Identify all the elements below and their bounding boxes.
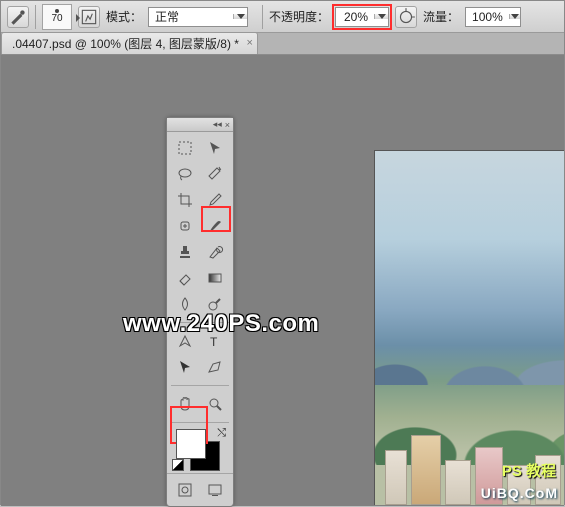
foreground-color[interactable] (176, 429, 206, 459)
options-bar: 70 模式： 正常 不透明度： 20% 流量： 100% (1, 1, 564, 33)
separator (262, 5, 263, 29)
opacity-label: 不透明度： (269, 8, 329, 25)
lasso-tool[interactable] (171, 162, 199, 186)
document-tab-title: .04407.psd @ 100% (图层 4, 图层蒙版/8) * (12, 35, 239, 52)
flow-input[interactable]: 100% (465, 7, 521, 27)
chevron-down-icon[interactable] (374, 14, 388, 19)
default-colors-icon[interactable] (172, 459, 184, 471)
chevron-down-icon[interactable] (509, 14, 520, 19)
shape-tool[interactable] (201, 355, 229, 379)
pressure-opacity-button[interactable] (395, 6, 417, 28)
brush-size-value: 70 (51, 14, 62, 24)
history-brush-tool[interactable] (201, 240, 229, 264)
quickmask-button[interactable] (171, 478, 199, 502)
brush-preset-picker[interactable]: 70 (42, 4, 72, 30)
marquee-tool[interactable] (171, 136, 199, 160)
mode-label: 模式： (106, 8, 142, 25)
move-tool[interactable] (201, 136, 229, 160)
document-canvas[interactable]: PS 教程 UiBQ.CoM (374, 150, 564, 505)
close-icon[interactable]: × (225, 120, 230, 130)
tool-preset-button[interactable] (7, 6, 29, 28)
separator (35, 5, 36, 29)
workspace: ◂◂ × T (1, 55, 564, 506)
watermark-corner2: UiBQ.CoM (481, 485, 558, 501)
document-tab[interactable]: .04407.psd @ 100% (图层 4, 图层蒙版/8) * × (1, 32, 258, 54)
flow-label: 流量： (423, 8, 459, 25)
color-swatches: ⤭ (172, 427, 228, 471)
opacity-value: 20% (336, 10, 374, 24)
tool-divider (171, 385, 229, 386)
healing-brush-tool[interactable] (171, 214, 199, 238)
highlight-brush-tool (201, 206, 231, 232)
tools-panel-header: ◂◂ × (167, 118, 233, 132)
chevron-down-icon[interactable] (233, 14, 247, 19)
collapse-icon[interactable]: ◂◂ (213, 119, 222, 130)
watermark-corner1: PS 教程 (502, 460, 556, 481)
magic-wand-tool[interactable] (201, 162, 229, 186)
crop-tool[interactable] (171, 188, 199, 212)
mode-value: 正常 (149, 8, 233, 25)
brush-panel-toggle[interactable] (78, 6, 100, 28)
eraser-tool[interactable] (171, 266, 199, 290)
path-select-tool[interactable] (171, 355, 199, 379)
close-tab-icon[interactable]: × (247, 37, 253, 49)
gradient-tool[interactable] (201, 266, 229, 290)
flow-value: 100% (466, 10, 509, 24)
opacity-input[interactable]: 20% (335, 7, 389, 27)
chevron-right-icon (76, 14, 80, 22)
mode-select[interactable]: 正常 (148, 7, 248, 27)
watermark-main: www.240PS.com (123, 310, 319, 338)
swap-colors-icon[interactable]: ⤭ (217, 427, 226, 440)
stamp-tool[interactable] (171, 240, 199, 264)
screenmode-button[interactable] (201, 478, 229, 502)
document-tab-strip: .04407.psd @ 100% (图层 4, 图层蒙版/8) * × (1, 33, 564, 55)
